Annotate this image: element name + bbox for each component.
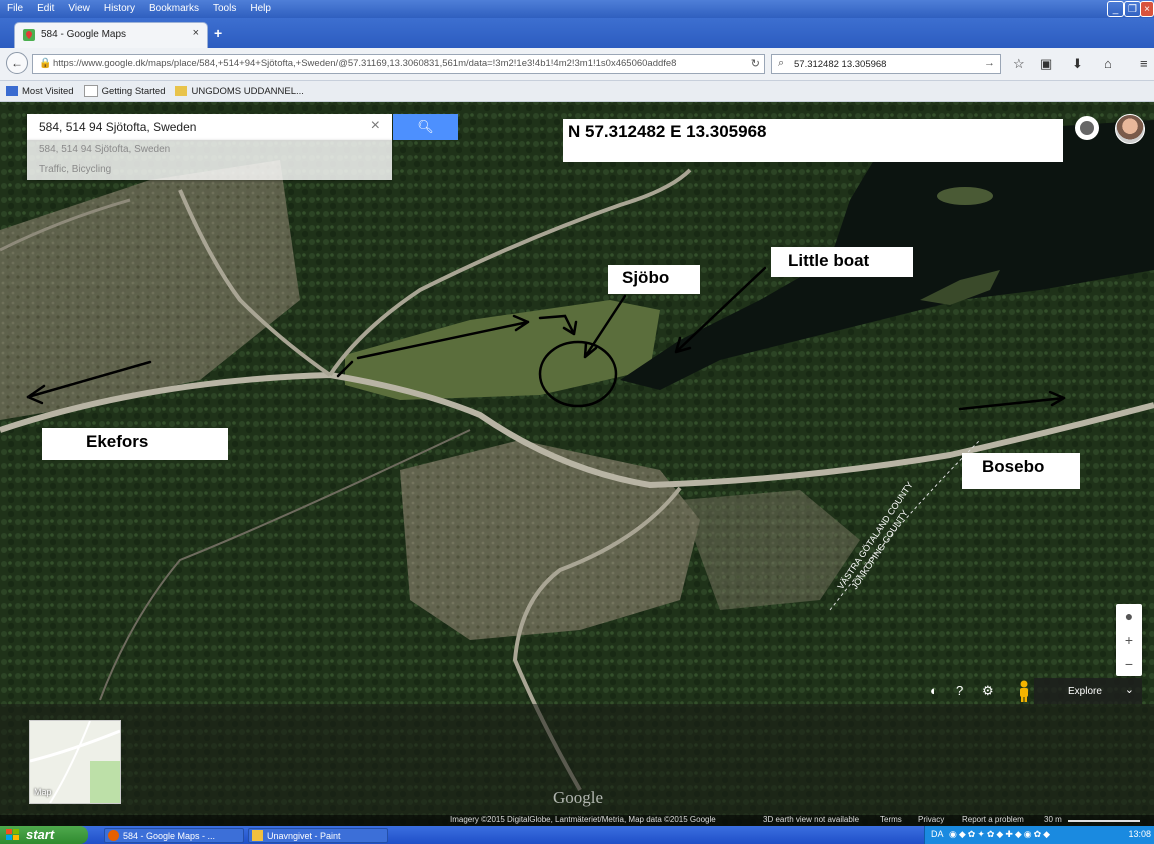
- zoom-control: ● + −: [1116, 604, 1142, 676]
- suggestion-address[interactable]: 584, 514 94 Sjötofta, Sweden: [39, 144, 170, 155]
- menu-edit[interactable]: Edit: [30, 0, 61, 18]
- system-tray: DA ◉◆✿✦✿◆✚◆◉✿◆ 13:08: [924, 826, 1154, 844]
- google-maps-favicon-icon: [23, 29, 35, 41]
- google-watermark: Google: [553, 788, 604, 807]
- apps-button[interactable]: [1075, 116, 1099, 140]
- menu-help[interactable]: Help: [243, 0, 278, 18]
- terms-link[interactable]: Terms: [880, 815, 902, 824]
- home-icon[interactable]: ⌂: [1104, 56, 1112, 71]
- maps-search-button[interactable]: 🔍︎: [393, 114, 458, 140]
- most-visited-icon: [6, 86, 18, 96]
- map-footer: Imagery ©2015 DigitalGlobe, Lantmäteriet…: [0, 815, 1154, 826]
- paint-icon: [252, 830, 263, 841]
- coordinates-text: N 57.312482 E 13.305968: [568, 122, 767, 141]
- language-indicator[interactable]: DA: [931, 829, 944, 839]
- taskbar-item-firefox[interactable]: 584 - Google Maps - ...: [104, 828, 244, 843]
- start-label: start: [26, 827, 55, 842]
- bookmarks-bar: Most Visited Getting Started UNGDOMS UDD…: [0, 81, 1154, 102]
- menu-history[interactable]: History: [97, 0, 142, 18]
- menu-bar: File Edit View History Bookmarks Tools H…: [0, 0, 278, 18]
- menu-tools[interactable]: Tools: [206, 0, 243, 18]
- search-go-icon[interactable]: →: [984, 57, 995, 69]
- user-avatar[interactable]: [1115, 114, 1145, 144]
- map-thumbnail-label: Map: [34, 787, 52, 797]
- tab-close-icon[interactable]: ×: [193, 27, 199, 39]
- bookmark-folder-ungdoms[interactable]: UNGDOMS UDDANNEL...: [175, 86, 304, 97]
- globe-icon[interactable]: ◐: [930, 683, 938, 698]
- firefox-icon: [108, 830, 119, 841]
- menu-file[interactable]: File: [0, 0, 30, 18]
- maps-search-input[interactable]: 584, 514 94 Sjötofta, Sweden: [39, 120, 196, 134]
- zoom-out-button[interactable]: −: [1116, 652, 1142, 676]
- bookmarks-list-icon[interactable]: ▣: [1040, 56, 1052, 72]
- map-view-thumbnail[interactable]: Map: [29, 720, 121, 804]
- settings-gear-icon[interactable]: ⚙: [982, 683, 994, 699]
- explore-button[interactable]: Explore ⌄: [1034, 678, 1142, 704]
- island: [937, 187, 993, 205]
- privacy-link[interactable]: Privacy: [918, 815, 944, 824]
- scale-bar: [1068, 820, 1140, 822]
- reload-icon[interactable]: ↻: [751, 57, 760, 70]
- tray-icons[interactable]: ◉◆✿✦✿◆✚◆◉✿◆: [949, 829, 1052, 840]
- clock: 13:08: [1128, 829, 1151, 839]
- bookmark-getting-started[interactable]: Getting Started: [83, 85, 165, 97]
- tab-google-maps[interactable]: 584 - Google Maps ×: [14, 22, 208, 48]
- label-little-boat: Little boat: [771, 247, 913, 277]
- maps-suggestions: 584, 514 94 Sjötofta, Sweden Traffic, Bi…: [27, 140, 392, 180]
- bookmark-most-visited[interactable]: Most Visited: [6, 86, 74, 97]
- taskbar-item-label: 584 - Google Maps - ...: [123, 831, 216, 841]
- pegman-icon[interactable]: [1016, 680, 1032, 702]
- lock-icon: 🔒: [39, 58, 52, 69]
- suggestion-layers[interactable]: Traffic, Bicycling: [39, 164, 111, 175]
- compass-icon[interactable]: ●: [1116, 604, 1142, 628]
- folder-icon: [175, 86, 188, 96]
- zoom-in-button[interactable]: +: [1116, 628, 1142, 652]
- taskbar-item-paint[interactable]: Unavngivet - Paint: [248, 828, 388, 843]
- new-tab-button[interactable]: +: [214, 25, 222, 41]
- apps-icon: [1080, 121, 1094, 135]
- scale-label: 30 m: [1044, 815, 1062, 824]
- menu-bookmarks[interactable]: Bookmarks: [142, 0, 206, 18]
- clear-search-icon[interactable]: ×: [371, 117, 380, 135]
- downloads-icon[interactable]: ⬇: [1072, 56, 1083, 72]
- menu-view[interactable]: View: [61, 0, 97, 18]
- close-window-button[interactable]: ×: [1140, 1, 1154, 17]
- minimize-button[interactable]: _: [1107, 1, 1124, 17]
- coordinates-label: N 57.312482 E 13.305968: [563, 119, 1063, 162]
- bookmark-star-icon[interactable]: ☆: [1013, 56, 1025, 72]
- page-icon: [83, 85, 98, 97]
- earth-view-note: 3D earth view not available: [763, 815, 860, 824]
- tab-title: 584 - Google Maps: [41, 29, 127, 40]
- label-bosebo: Bosebo: [962, 453, 1080, 489]
- label-sjobo: Sjöbo: [608, 265, 700, 294]
- menu-icon[interactable]: ≡: [1140, 56, 1148, 71]
- taskbar-item-label: Unavngivet - Paint: [267, 831, 341, 841]
- report-problem-link[interactable]: Report a problem: [962, 815, 1024, 824]
- browser-search-text: 57.312482 13.305968: [794, 59, 887, 70]
- help-icon[interactable]: ?: [956, 683, 963, 698]
- url-bar[interactable]: 🔒 https://www.google.dk/maps/place/584,+…: [32, 54, 765, 74]
- imagery-credits: Imagery ©2015 DigitalGlobe, Lantmäteriet…: [450, 815, 716, 824]
- windows-logo-icon: [6, 829, 19, 840]
- back-button[interactable]: ←: [6, 52, 28, 74]
- chevron-down-icon: ⌄: [1124, 684, 1134, 696]
- url-text: https://www.google.dk/maps/place/584,+51…: [53, 58, 677, 69]
- maximize-button[interactable]: ❐: [1124, 1, 1141, 17]
- maps-search-box[interactable]: 584, 514 94 Sjötofta, Sweden ×: [27, 114, 392, 140]
- browser-search-bar[interactable]: ⌕ 57.312482 13.305968 →: [771, 54, 1001, 74]
- label-ekefors: Ekefors: [42, 428, 228, 460]
- explore-label: Explore: [1068, 686, 1102, 697]
- search-icon: 🔍︎: [417, 119, 434, 134]
- start-button[interactable]: start: [0, 826, 88, 844]
- search-icon: ⌕: [778, 57, 785, 69]
